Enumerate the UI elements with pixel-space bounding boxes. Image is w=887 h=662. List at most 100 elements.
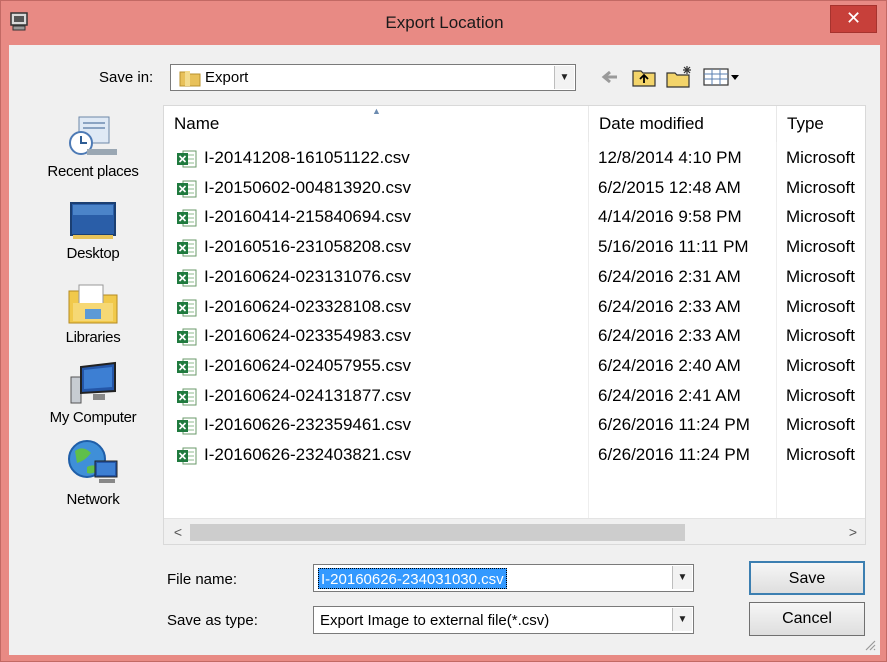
place-label: Recent places (47, 163, 139, 180)
type-cell: Microsoft (786, 326, 855, 346)
type-cell: Microsoft (786, 355, 855, 375)
view-menu-icon[interactable] (702, 65, 740, 89)
file-name-cell: I-20160624-023131076.csv (204, 266, 411, 286)
file-row[interactable]: I-20160624-023354983.csv 6/24/2016 2:33 A… (164, 322, 865, 351)
place-label: Network (66, 491, 120, 508)
export-location-dialog: Export Location ✕ Save in: Export ▼ Rece… (0, 0, 887, 662)
file-row[interactable]: I-20160624-024131877.csv 6/24/2016 2:41 A… (164, 382, 865, 411)
excel-csv-file-icon (177, 150, 197, 168)
places-bar: Recent places Desktop Libraries My Compu… (23, 105, 163, 515)
excel-csv-file-icon (177, 388, 197, 406)
file-name-cell: I-20160626-232359461.csv (204, 415, 411, 435)
date-modified-cell: 6/24/2016 2:40 AM (598, 355, 741, 375)
date-modified-cell: 4/14/2016 9:58 PM (598, 207, 742, 227)
file-row[interactable]: I-20160624-023328108.csv 6/24/2016 2:33 A… (164, 293, 865, 322)
excel-csv-file-icon (177, 269, 197, 287)
file-name-cell: I-20150602-004813920.csv (204, 177, 411, 197)
excel-csv-file-icon (177, 417, 197, 435)
place-label: Libraries (65, 329, 121, 346)
dialog-body: Save in: Export ▼ Recent places Desktop … (9, 45, 880, 655)
place-network[interactable]: Network (23, 439, 163, 508)
excel-csv-file-icon (177, 209, 197, 227)
file-name-cell: I-20141208-161051122.csv (204, 148, 410, 167)
excel-csv-file-icon (177, 358, 197, 376)
excel-csv-file-icon (177, 328, 197, 346)
horizontal-scrollbar[interactable]: < > (164, 518, 865, 544)
cancel-button[interactable]: Cancel (749, 602, 865, 636)
file-name-cell: I-20160624-023328108.csv (204, 296, 411, 316)
file-row[interactable]: I-20160626-232359461.csv 6/26/2016 11:24 … (164, 411, 865, 440)
file-name-field[interactable]: I-20160626-234031030.csv ▼ (313, 564, 694, 592)
file-name-cell: I-20160516-231058208.csv (204, 237, 411, 257)
date-modified-cell: 6/26/2016 11:24 PM (598, 445, 750, 464)
scrollbar-thumb[interactable] (190, 524, 685, 541)
date-modified-cell: 6/24/2016 2:33 AM (598, 326, 741, 346)
back-arrow-icon[interactable] (599, 65, 621, 89)
recent-places-icon (69, 116, 117, 155)
chevron-down-icon[interactable]: ▼ (672, 566, 692, 589)
computer-icon (70, 361, 116, 404)
file-row[interactable]: I-20160516-231058208.csv 5/16/2016 11:11 … (164, 233, 865, 262)
date-modified-cell: 6/24/2016 2:41 AM (598, 385, 741, 405)
excel-csv-file-icon (177, 180, 197, 198)
date-modified-cell: 12/8/2014 4:10 PM (598, 148, 742, 167)
libraries-icon (68, 284, 118, 324)
type-cell: Microsoft (786, 266, 855, 286)
file-row[interactable]: I-20150602-004813920.csv 6/2/2015 12:48 A… (164, 174, 865, 203)
close-button[interactable]: ✕ (830, 5, 877, 33)
folder-icon (179, 71, 201, 87)
save-in-label: Save in: (99, 69, 154, 86)
date-modified-cell: 6/24/2016 2:33 AM (598, 296, 741, 316)
save-as-type-value: Export Image to external file(*.csv) (320, 612, 550, 629)
excel-csv-file-icon (177, 299, 197, 316)
place-my-computer[interactable]: My Computer (23, 361, 163, 426)
type-cell: Microsoft (786, 385, 855, 405)
desktop-icon (70, 202, 116, 239)
sort-ascending-icon: ▲ (372, 106, 381, 116)
save-button[interactable]: Save (749, 561, 865, 595)
column-header-type[interactable]: Type (776, 106, 865, 142)
place-desktop[interactable]: Desktop (23, 201, 163, 262)
file-name-cell: I-20160624-024131877.csv (204, 385, 411, 405)
chevron-down-icon[interactable]: ▼ (672, 608, 692, 631)
save-as-type-dropdown[interactable]: Export Image to external file(*.csv) ▼ (313, 606, 694, 634)
type-cell: Microsoft (786, 148, 855, 167)
file-name-value: I-20160626-234031030.csv (318, 568, 507, 589)
up-folder-icon[interactable] (631, 65, 657, 89)
column-header-date-modified[interactable]: Date modified (588, 106, 776, 142)
file-row[interactable]: I-20141208-161051122.csv 12/8/2014 4:10 P… (164, 144, 865, 173)
file-name-cell: I-20160414-215840694.csv (204, 207, 411, 227)
date-modified-cell: 6/24/2016 2:31 AM (598, 266, 741, 286)
file-row[interactable]: I-20160624-023131076.csv 6/24/2016 2:31 A… (164, 263, 865, 292)
scroll-right-button[interactable]: > (843, 522, 863, 542)
network-icon (68, 440, 118, 483)
save-as-type-label: Save as type: (167, 612, 258, 629)
file-row[interactable]: I-20160414-215840694.csv 4/14/2016 9:58 P… (164, 203, 865, 232)
date-modified-cell: 6/2/2015 12:48 AM (598, 177, 741, 197)
file-list[interactable]: Name ▲ Date modified Type I-20141208-161… (163, 105, 866, 545)
type-cell: Microsoft (786, 296, 855, 316)
new-folder-icon[interactable] (665, 65, 693, 89)
date-modified-cell: 5/16/2016 11:11 PM (598, 237, 749, 257)
scroll-left-button[interactable]: < (168, 522, 188, 542)
excel-csv-file-icon (177, 239, 197, 257)
file-name-label: File name: (167, 571, 238, 588)
place-recent-places[interactable]: Recent places (23, 113, 163, 180)
date-modified-cell: 6/26/2016 11:24 PM (598, 415, 750, 435)
file-row[interactable]: I-20160626-232403821.csv 6/26/2016 11:24 … (164, 441, 865, 470)
file-name-cell: I-20160626-232403821.csv (204, 445, 411, 464)
chevron-down-icon[interactable]: ▼ (554, 66, 574, 89)
type-cell: Microsoft (786, 415, 855, 435)
window-title: Export Location (385, 13, 504, 32)
type-cell: Microsoft (786, 237, 855, 257)
title-bar[interactable]: Export Location ✕ (1, 1, 887, 45)
type-cell: Microsoft (786, 207, 855, 227)
file-row[interactable]: I-20160624-024057955.csv 6/24/2016 2:40 A… (164, 352, 865, 381)
save-in-value: Export (205, 69, 249, 86)
type-cell: Microsoft (786, 177, 855, 197)
place-libraries[interactable]: Libraries (23, 281, 163, 346)
file-name-cell: I-20160624-024057955.csv (204, 355, 411, 375)
resize-grip-icon[interactable] (864, 639, 876, 651)
save-in-dropdown[interactable]: Export ▼ (170, 64, 576, 91)
place-label: Desktop (66, 245, 120, 262)
